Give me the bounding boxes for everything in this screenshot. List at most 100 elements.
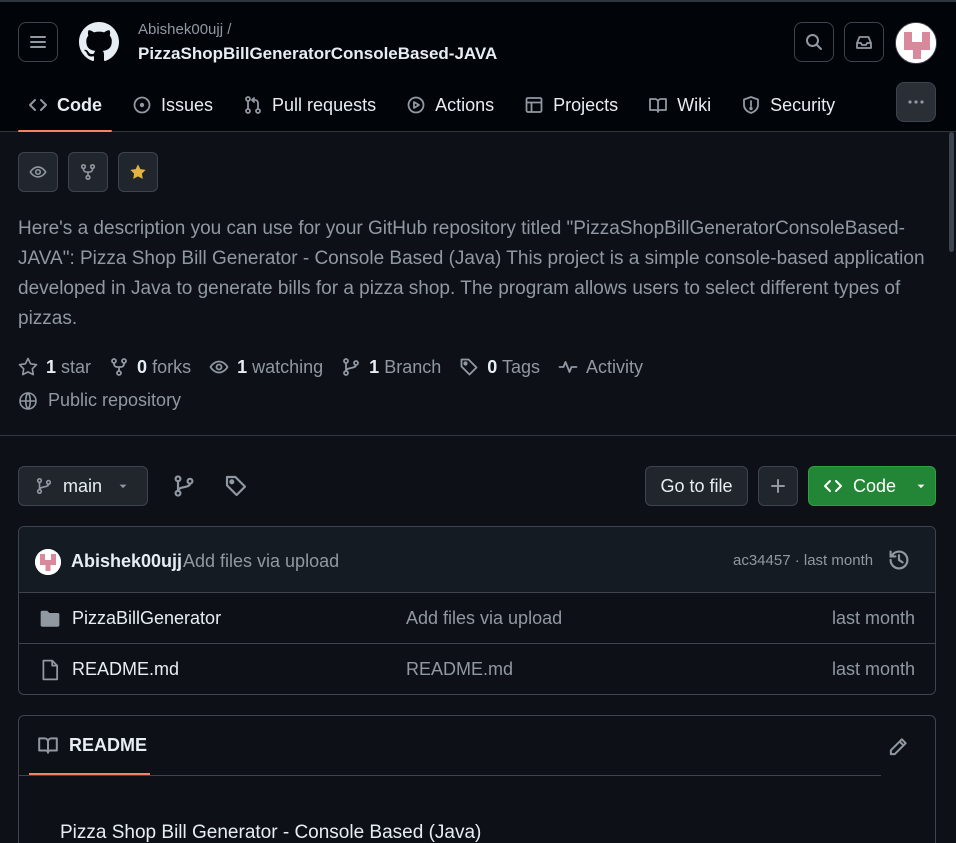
readme-heading: Pizza Shop Bill Generator - Console Base… [60,822,482,843]
readme-tab[interactable]: README [37,734,147,756]
readme-tab-label: README [69,734,148,755]
repo-name-link[interactable]: PizzaShopBillGeneratorConsoleBased-JAVA [138,44,497,64]
repo-description: Here's a description you can use for you… [18,218,925,329]
watching-link[interactable]: 1 watching [209,357,323,378]
tags-label: Tags [501,356,540,377]
file-name[interactable]: README.md [72,659,179,680]
file-commit-message[interactable]: README.md [406,659,513,680]
add-file-button[interactable] [758,466,798,506]
commit-meta[interactable]: ac34457 · last month [733,552,873,569]
search-button[interactable] [794,22,834,62]
commit-message[interactable]: Add files via upload [183,551,339,572]
pull-request-icon [245,96,261,114]
forks-label: forks [152,356,192,377]
tab-security[interactable]: Security [731,82,845,128]
file-row[interactable]: PizzaBillGenerator Add files via upload … [19,593,935,644]
book-icon [649,98,668,113]
inbox-button[interactable] [844,22,884,62]
branch-selector[interactable]: main [18,466,148,506]
issue-icon [133,96,151,114]
branch-name: main [63,475,103,496]
file-icon [42,659,59,681]
fork-icon [111,358,127,376]
stars-label: star [61,356,92,377]
code-dropdown-button[interactable]: Code [808,466,936,506]
code-button-label: Code [853,475,897,496]
tab-code[interactable]: Code [18,82,112,132]
repo-owner-link[interactable]: Abishek00ujj / [138,21,231,38]
tab-actions[interactable]: Actions [396,82,504,128]
branches-link[interactable]: 1 Branch [341,357,441,378]
play-icon [407,96,425,114]
tag-icon [460,358,478,376]
tab-issues[interactable]: Issues [122,82,223,128]
branch-label: Branch [384,356,442,377]
code-icon [29,99,47,111]
search-icon [806,34,822,50]
inbox-icon [856,36,872,49]
tab-pull-requests-label: Pull requests [272,94,377,115]
hamburger-icon [30,36,46,48]
watch-button[interactable] [18,152,58,192]
scrollbar[interactable] [949,132,954,252]
branches-icon[interactable] [172,474,196,498]
history-icon[interactable] [887,548,911,572]
forks-link[interactable]: 0 forks [109,357,191,378]
commit-author[interactable]: Abishek00ujj [71,551,182,572]
file-name[interactable]: PizzaBillGenerator [72,608,221,629]
stars-link[interactable]: 1 star [18,357,91,378]
tab-projects-label: Projects [553,94,619,115]
forks-count: 0 [137,356,148,377]
tab-wiki[interactable]: Wiki [638,82,721,128]
section-divider [0,435,956,436]
repo-stats: 1 star 0 forks 1 watching 1 Branch 0 Tag… [18,354,661,380]
readme-divider [19,775,881,776]
tab-actions-label: Actions [435,94,495,115]
file-date: last month [831,608,915,628]
branch-icon [343,358,360,376]
globe-icon [19,391,37,410]
branch-count: 1 [369,356,380,377]
activity-label: Activity [585,356,643,377]
commit-author-avatar[interactable] [35,549,61,575]
folder-icon [40,610,60,627]
watching-count: 1 [237,356,248,377]
menu-button[interactable] [18,22,58,62]
tags-count: 0 [487,356,498,377]
eye-icon [209,360,229,374]
fork-button[interactable] [68,152,108,192]
file-row[interactable]: README.md README.md last month [19,644,935,694]
identicon-icon [35,549,61,575]
star-filled-icon [130,164,146,179]
repo-header: Abishek00ujj / PizzaShopBillGeneratorCon… [0,2,956,132]
plus-icon [771,479,785,493]
latest-commit: Abishek00ujj Add files via upload ac3445… [19,527,935,593]
pencil-icon[interactable] [887,736,909,758]
tab-code-label: Code [57,94,102,115]
identicon-icon [896,23,936,63]
tab-pull-requests[interactable]: Pull requests [233,82,386,128]
user-avatar[interactable] [895,22,937,64]
github-logo-icon[interactable] [79,22,119,62]
star-icon [18,357,38,376]
book-icon [38,737,58,754]
file-commit-message[interactable]: Add files via upload [406,608,562,629]
tags-link[interactable]: 0 Tags [459,357,540,378]
star-button[interactable] [118,152,158,192]
tag-icon[interactable] [224,474,248,498]
table-icon [525,97,543,113]
tab-issues-label: Issues [161,94,214,115]
visibility-info: Public repository [18,390,181,411]
code-icon [824,480,842,492]
visibility-label: Public repository [48,390,182,410]
tab-wiki-label: Wiki [677,94,712,115]
pulse-icon [558,361,578,373]
caret-down-icon [119,484,127,489]
go-to-file-button[interactable]: Go to file [645,466,748,506]
watching-label: watching [252,356,324,377]
branch-icon [36,477,52,495]
more-tabs-button[interactable] [896,82,936,122]
tab-projects[interactable]: Projects [514,82,628,128]
activity-link[interactable]: Activity [558,357,643,378]
eye-icon [29,166,47,178]
